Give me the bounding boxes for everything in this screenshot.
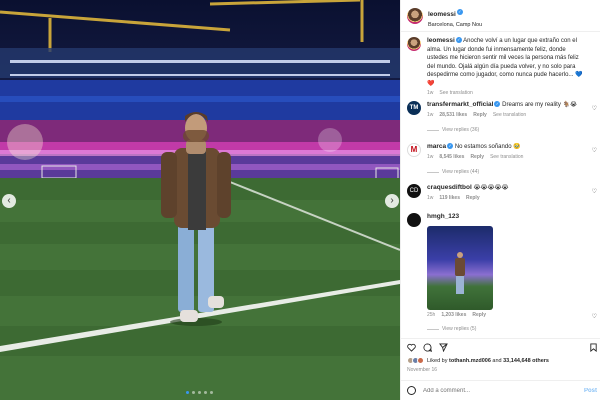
comment-likes[interactable]: 8,545 likes: [439, 153, 464, 162]
view-replies-label: View replies (44): [442, 169, 480, 175]
view-replies-button[interactable]: View replies (44): [427, 169, 479, 175]
view-replies-button[interactable]: View replies (5): [427, 326, 476, 332]
likes-others-link[interactable]: 33,144,648 others: [503, 358, 549, 364]
carousel-dot: [204, 391, 207, 394]
comment-icon[interactable]: [423, 343, 432, 352]
post-header: leomessi ✓ Barcelona, Camp Nou: [401, 0, 600, 32]
comment-text: Dreams are my reality 🐐😭: [502, 102, 577, 108]
comment-time[interactable]: 25h: [427, 311, 435, 320]
caption-username[interactable]: leomessi: [427, 37, 455, 44]
liker-avatar: [417, 357, 424, 364]
comment-item: TM transfermarkt_official ✓ Dreams are my…: [407, 101, 597, 119]
carousel-dot: [186, 391, 189, 394]
caption-item: leomessi ✓ Anoche volví a un lugar que ex…: [407, 37, 597, 98]
commenter-username[interactable]: hmgh_123: [427, 213, 459, 220]
author-avatar[interactable]: [407, 7, 423, 24]
commenter-avatar[interactable]: [407, 213, 421, 227]
comment-time[interactable]: 1w: [427, 111, 433, 120]
next-photo-button[interactable]: ›: [385, 194, 399, 208]
commenter-username[interactable]: craquesdiftbol: [427, 184, 472, 191]
view-replies-label: View replies (36): [442, 127, 480, 133]
commenter-avatar[interactable]: M: [407, 143, 421, 157]
comment-item: CD craquesdiftbol 😭😭😭😭😭 1w 119 likes Reply…: [407, 184, 597, 202]
carousel-indicator: [186, 391, 213, 394]
see-translation-link[interactable]: See translation: [493, 111, 526, 120]
verified-icon: ✓: [494, 101, 501, 108]
commenter-avatar[interactable]: TM: [407, 101, 421, 115]
author-username[interactable]: leomessi: [428, 11, 456, 18]
stadium-scene: [0, 0, 400, 400]
carousel-dot: [210, 391, 213, 394]
add-comment-input[interactable]: [423, 387, 563, 394]
heart-icon[interactable]: ♡: [592, 188, 597, 195]
heart-icon[interactable]: [407, 343, 416, 352]
view-replies-button[interactable]: View replies (36): [427, 127, 479, 133]
reply-button[interactable]: Reply: [472, 311, 486, 320]
reply-button[interactable]: Reply: [466, 194, 480, 203]
share-icon[interactable]: [439, 343, 448, 352]
comment-time[interactable]: 1w: [427, 194, 433, 203]
reply-button[interactable]: Reply: [473, 111, 487, 120]
location-link[interactable]: Barcelona, Camp Nou: [428, 22, 482, 28]
commenter-username[interactable]: marca: [427, 143, 446, 150]
caption-time[interactable]: 1w: [427, 89, 433, 98]
comment-text: 😭😭😭😭😭: [473, 185, 509, 191]
action-bar: [401, 338, 600, 354]
comment-text: No estamos soñando 🥹: [454, 144, 521, 150]
comments-panel: leomessi ✓ Barcelona, Camp Nou leomessi ✓ …: [400, 0, 600, 400]
carousel-dot: [192, 391, 195, 394]
comment-likes[interactable]: 1,203 likes: [441, 311, 466, 320]
bookmark-icon[interactable]: [589, 343, 598, 352]
comment-time[interactable]: 1w: [427, 153, 433, 162]
previous-photo-button[interactable]: ‹: [2, 194, 16, 208]
carousel-dot: [198, 391, 201, 394]
likes-summary: Liked by tothanh.mzd006 and 33,144,648 o…: [407, 357, 549, 364]
add-comment-bar: Post: [401, 380, 600, 400]
heart-icon[interactable]: ♡: [592, 105, 597, 112]
reply-button[interactable]: Reply: [470, 153, 484, 162]
chevron-right-icon: ›: [390, 195, 394, 206]
comment-item: M marca ✓ No estamos soñando 🥹 1w 8,545 li…: [407, 143, 597, 161]
chevron-left-icon: ‹: [7, 195, 11, 206]
author-avatar[interactable]: [407, 37, 421, 51]
comment-likes[interactable]: 28,531 likes: [439, 111, 467, 120]
commenter-username[interactable]: transfermarkt_official: [427, 101, 493, 108]
post-date[interactable]: November 16: [407, 367, 437, 373]
heart-icon[interactable]: ♡: [592, 147, 597, 154]
comment-item: hmgh_123 25h 1,203 likes Reply ♡: [407, 213, 597, 320]
instagram-post-view: ‹ › leomessi ✓ Barcelona, Camp Nou leomes…: [0, 0, 600, 400]
comment-image[interactable]: [427, 225, 493, 310]
verified-icon: ✓: [447, 143, 454, 150]
see-translation-link[interactable]: See translation: [439, 89, 472, 98]
likes-and-label: and: [490, 357, 504, 364]
verified-icon: ✓: [456, 8, 463, 15]
liked-by-label: Liked by: [427, 357, 450, 364]
crane-graphic: [0, 0, 364, 52]
verified-icon: ✓: [455, 37, 462, 44]
liker-username[interactable]: tothanh.mzd006: [449, 358, 491, 364]
comment-likes[interactable]: 119 likes: [439, 194, 460, 203]
heart-icon[interactable]: ♡: [592, 313, 597, 320]
view-replies-label: View replies (5): [442, 326, 477, 332]
see-translation-link[interactable]: See translation: [490, 153, 523, 162]
commenter-avatar[interactable]: CD: [407, 184, 421, 198]
post-photo[interactable]: ‹ ›: [0, 0, 400, 400]
caption-text: Anoche volví a un lugar que extraño con …: [427, 38, 583, 87]
emoji-icon[interactable]: [407, 386, 416, 395]
post-comment-button[interactable]: Post: [584, 388, 597, 394]
